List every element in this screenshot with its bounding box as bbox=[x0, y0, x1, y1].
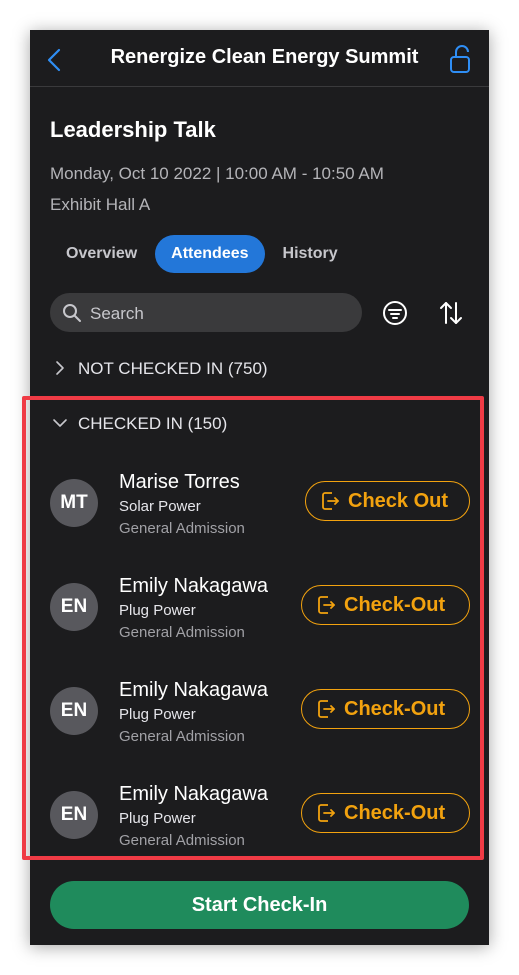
check-out-label: Check Out bbox=[348, 489, 449, 512]
check-out-button[interactable]: Check-Out bbox=[301, 793, 470, 833]
attendee-row[interactable]: EN Emily Nakagawa Plug Power General Adm… bbox=[50, 575, 470, 663]
sign-out-icon bbox=[322, 492, 339, 510]
section-checked-in[interactable]: CHECKED IN (150) bbox=[52, 414, 227, 434]
top-bar: Renergize Clean Energy Summit bbox=[30, 30, 489, 87]
attendee-company: Plug Power bbox=[119, 706, 196, 723]
section-label: CHECKED IN (150) bbox=[78, 414, 228, 433]
attendee-row[interactable]: EN Emily Nakagawa Plug Power General Adm… bbox=[50, 679, 470, 767]
check-out-label: Check-Out bbox=[344, 697, 446, 720]
start-check-in-button[interactable]: Start Check-In bbox=[50, 881, 469, 929]
attendee-company: Plug Power bbox=[119, 810, 196, 827]
sign-out-icon bbox=[318, 596, 335, 614]
chevron-right-icon bbox=[56, 361, 64, 375]
attendee-company: Solar Power bbox=[119, 498, 201, 515]
search-icon bbox=[63, 304, 81, 322]
attendee-ticket: General Admission bbox=[119, 624, 245, 641]
check-out-button[interactable]: Check Out bbox=[305, 481, 470, 521]
section-not-checked-in[interactable]: NOT CHECKED IN (750) bbox=[52, 359, 268, 379]
attendee-row[interactable]: EN Emily Nakagawa Plug Power General Adm… bbox=[50, 783, 470, 871]
check-out-button[interactable]: Check-Out bbox=[301, 585, 470, 625]
event-title: Renergize Clean Energy Summit bbox=[110, 46, 419, 68]
attendee-ticket: General Admission bbox=[119, 728, 245, 745]
check-out-label: Check-Out bbox=[344, 593, 446, 616]
search-input[interactable] bbox=[88, 293, 352, 334]
attendee-row[interactable]: MT Marise Torres Solar Power General Adm… bbox=[50, 471, 470, 559]
sign-out-icon bbox=[318, 804, 335, 822]
check-out-button[interactable]: Check-Out bbox=[301, 689, 470, 729]
check-out-label: Check-Out bbox=[344, 801, 446, 824]
sort-icon[interactable] bbox=[438, 300, 464, 326]
attendee-name: Emily Nakagawa bbox=[119, 679, 268, 701]
attendee-name: Marise Torres bbox=[119, 471, 240, 493]
tab-overview[interactable]: Overview bbox=[50, 235, 153, 273]
tab-attendees[interactable]: Attendees bbox=[155, 235, 265, 273]
attendee-company: Plug Power bbox=[119, 602, 196, 619]
attendee-ticket: General Admission bbox=[119, 832, 245, 849]
search-bar[interactable] bbox=[50, 293, 362, 334]
tab-history[interactable]: History bbox=[267, 235, 354, 273]
tab-bar: Overview Attendees History bbox=[50, 235, 356, 273]
attendee-ticket: General Admission bbox=[119, 520, 245, 537]
session-title: Leadership Talk bbox=[50, 117, 216, 142]
section-label: NOT CHECKED IN (750) bbox=[78, 359, 268, 378]
unlock-icon[interactable] bbox=[449, 44, 471, 74]
chevron-down-icon bbox=[53, 419, 67, 427]
avatar: MT bbox=[50, 479, 98, 527]
filter-icon[interactable] bbox=[382, 300, 408, 326]
session-datetime: Monday, Oct 10 2022 | 10:00 AM - 10:50 A… bbox=[50, 164, 384, 183]
phone-screen: Renergize Clean Energy Summit Leadership… bbox=[30, 30, 489, 945]
avatar: EN bbox=[50, 583, 98, 631]
avatar: EN bbox=[50, 791, 98, 839]
attendee-name: Emily Nakagawa bbox=[119, 575, 268, 597]
avatar: EN bbox=[50, 687, 98, 735]
attendee-name: Emily Nakagawa bbox=[119, 783, 268, 805]
sign-out-icon bbox=[318, 700, 335, 718]
session-location: Exhibit Hall A bbox=[50, 195, 151, 214]
